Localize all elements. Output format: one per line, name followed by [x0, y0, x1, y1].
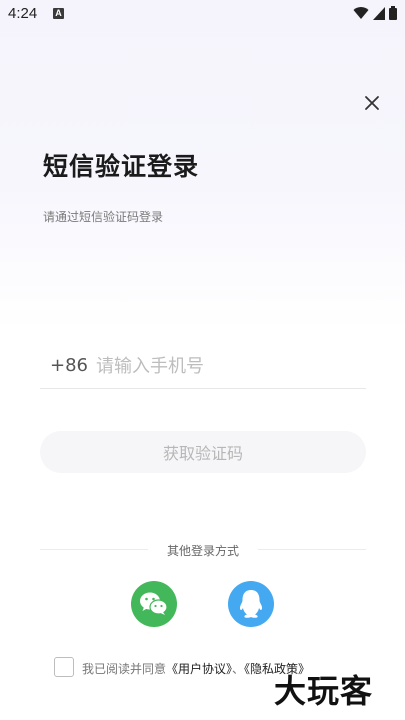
other-login-divider: 其他登录方式 — [40, 540, 366, 560]
qq-login-button[interactable] — [228, 581, 274, 627]
agreement-separator: 、 — [232, 662, 245, 676]
agreement-prefix: 我已阅读并同意 — [82, 662, 167, 676]
divider-line-right — [258, 549, 366, 550]
close-icon — [365, 96, 379, 110]
notification-a-icon: A — [53, 8, 64, 19]
watermark-logo: 大玩客 — [274, 672, 374, 710]
country-code[interactable]: +86 — [50, 355, 88, 376]
signal-icon — [373, 6, 385, 20]
battery-icon — [389, 6, 397, 20]
close-button[interactable] — [361, 92, 383, 114]
status-time: 4:24 — [8, 5, 38, 22]
other-login-label: 其他登录方式 — [166, 544, 239, 558]
wifi-icon — [353, 7, 369, 20]
phone-number-input[interactable] — [96, 349, 356, 383]
agreement-checkbox[interactable] — [54, 657, 74, 677]
get-code-button[interactable]: 获取验证码 — [40, 431, 366, 473]
page-subtitle: 请通过短信验证码登录 — [43, 210, 164, 224]
status-icons — [353, 6, 397, 20]
wechat-login-button[interactable] — [131, 581, 177, 627]
status-bar: 4:24 A — [0, 0, 405, 28]
phone-field-row: +86 — [40, 345, 366, 389]
wechat-icon — [140, 592, 168, 615]
page-title: 短信验证登录 — [43, 152, 200, 181]
user-agreement-link[interactable]: 《用户协议》 — [166, 662, 232, 676]
qq-icon — [239, 590, 263, 618]
